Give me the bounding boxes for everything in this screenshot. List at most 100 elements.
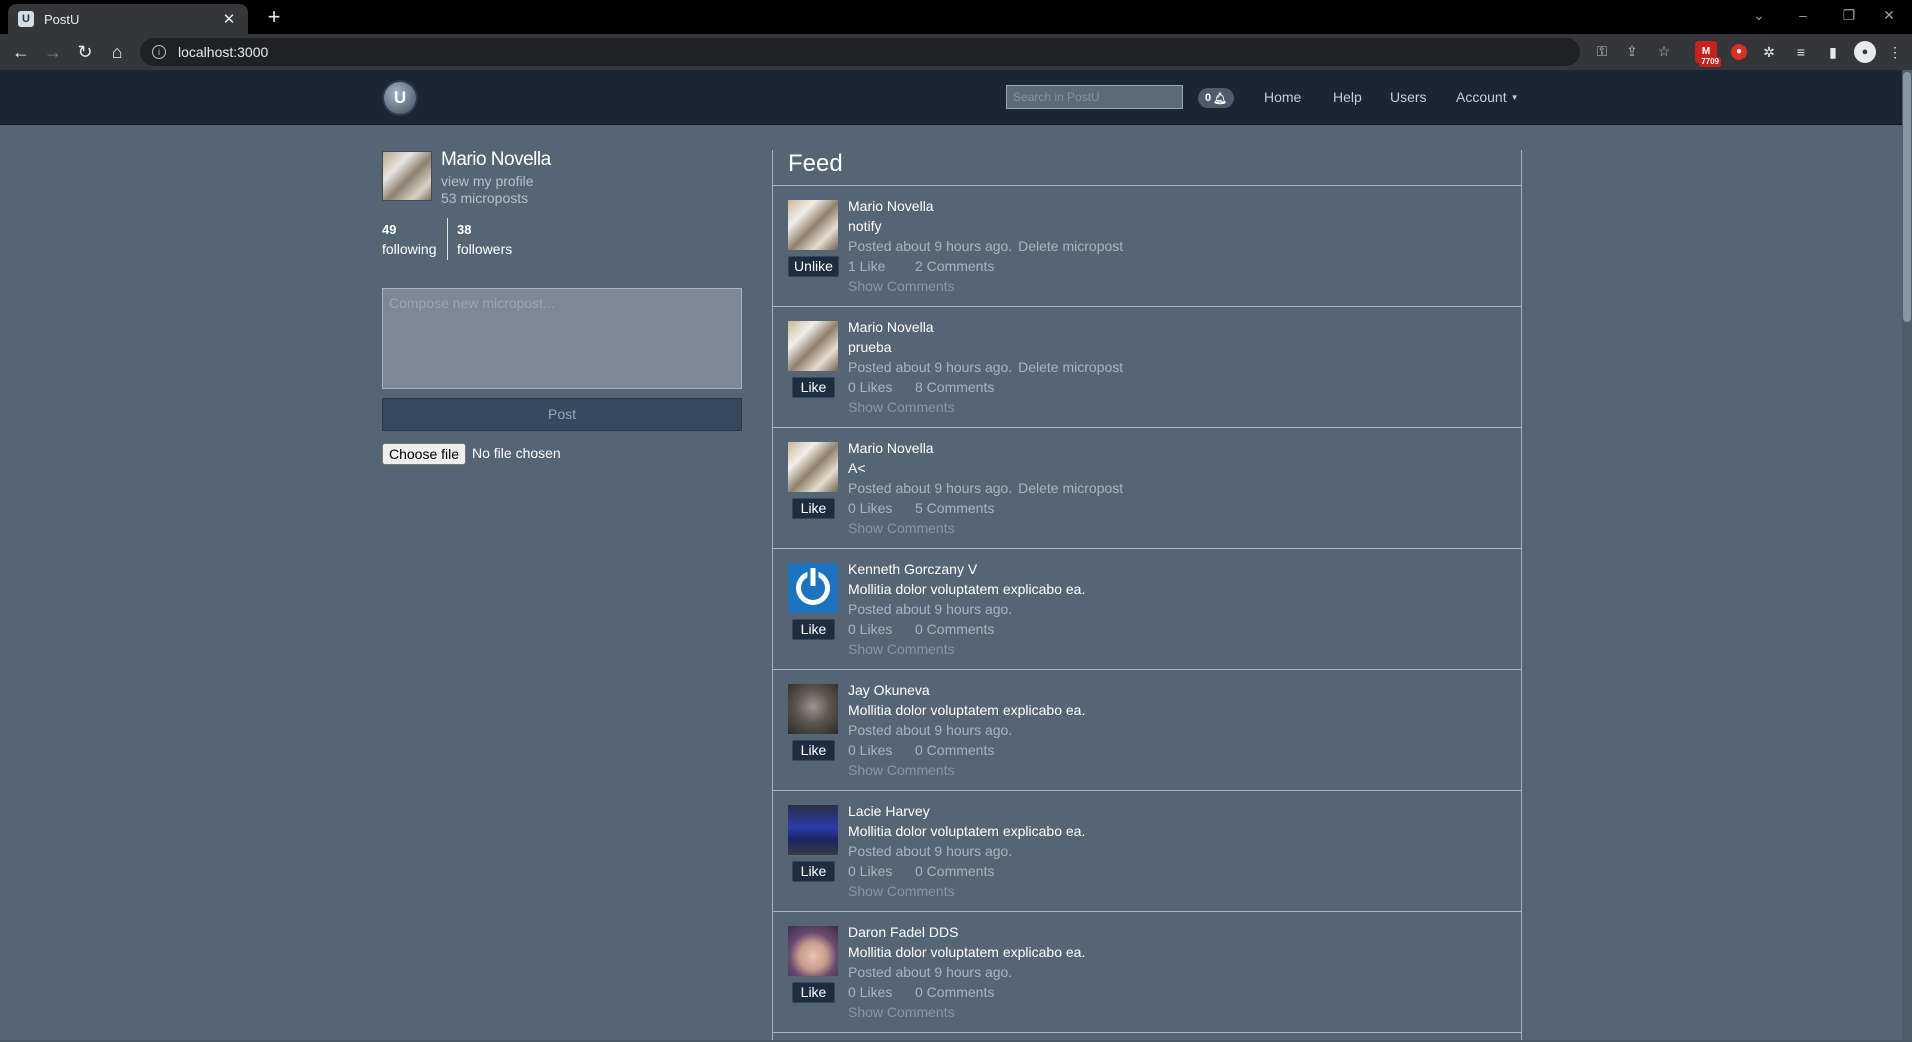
show-comments-link[interactable]: Show Comments bbox=[848, 520, 955, 536]
post-avatar[interactable] bbox=[788, 805, 838, 855]
post-avatar[interactable] bbox=[788, 926, 838, 976]
url-text[interactable]: localhost:3000 bbox=[178, 44, 268, 60]
back-icon[interactable]: ← bbox=[8, 40, 34, 64]
show-comments-link[interactable]: Show Comments bbox=[848, 883, 955, 899]
address-bar[interactable]: i localhost:3000 bbox=[140, 38, 1580, 66]
like-button[interactable]: Like bbox=[792, 377, 835, 398]
nav-account-dropdown[interactable]: Account ▼ bbox=[1456, 89, 1519, 105]
post-likes[interactable]: 0 Likes bbox=[848, 379, 892, 395]
show-comments-link[interactable]: Show Comments bbox=[848, 1004, 955, 1020]
reload-icon[interactable]: ↻ bbox=[72, 40, 98, 64]
post-button[interactable]: Post bbox=[382, 398, 742, 431]
browser-tab[interactable]: U PostU ✕ bbox=[8, 4, 248, 34]
show-comments-link[interactable]: Show Comments bbox=[848, 278, 955, 294]
tab-favicon-icon: U bbox=[18, 11, 34, 27]
post-author[interactable]: Mario Novella bbox=[848, 198, 934, 214]
followers-stat[interactable]: 38 followers bbox=[457, 220, 512, 259]
post-comments[interactable]: 8 Comments bbox=[915, 379, 994, 395]
unlike-button[interactable]: Unlike bbox=[788, 256, 839, 277]
forward-icon[interactable]: → bbox=[40, 40, 66, 64]
tab-search-icon[interactable]: ⌄ bbox=[1736, 0, 1782, 30]
followers-count: 38 bbox=[457, 222, 472, 237]
nav-help-link[interactable]: Help bbox=[1333, 89, 1362, 105]
post-comments[interactable]: 2 Comments bbox=[915, 258, 994, 274]
post-timestamp: Posted about 9 hours ago. bbox=[848, 722, 1013, 738]
media-control-icon[interactable]: ≡ bbox=[1790, 41, 1812, 63]
home-icon[interactable]: ⌂ bbox=[104, 40, 130, 64]
post-likes[interactable]: 0 Likes bbox=[848, 621, 892, 637]
like-button[interactable]: Like bbox=[792, 619, 835, 640]
post-avatar[interactable] bbox=[788, 684, 838, 734]
post-comments[interactable]: 5 Comments bbox=[915, 500, 994, 516]
like-button[interactable]: Like bbox=[792, 498, 835, 519]
feed-item: Like Jay Okuneva Mollitia dolor voluptat… bbox=[773, 670, 1521, 791]
minimize-icon[interactable]: – bbox=[1780, 0, 1826, 30]
mail-extension-icon[interactable]: M 7709 bbox=[1695, 41, 1721, 67]
notification-count: 0 bbox=[1204, 92, 1212, 104]
key-icon[interactable]: ⚿ bbox=[1592, 41, 1612, 61]
post-likes[interactable]: 1 Like bbox=[848, 258, 885, 274]
post-likes[interactable]: 0 Likes bbox=[848, 984, 892, 1000]
like-button[interactable]: Like bbox=[792, 861, 835, 882]
post-comments[interactable]: 0 Comments bbox=[915, 621, 994, 637]
close-window-icon[interactable]: ✕ bbox=[1866, 0, 1912, 30]
profile-avatar-icon[interactable]: ● bbox=[1854, 41, 1876, 63]
following-stat[interactable]: 49 following bbox=[382, 220, 436, 259]
post-meta: Posted about 9 hours ago. Delete micropo… bbox=[848, 238, 1123, 254]
like-button[interactable]: Like bbox=[792, 982, 835, 1003]
postu-logo[interactable]: U bbox=[384, 82, 416, 114]
post-author[interactable]: Mario Novella bbox=[848, 440, 934, 456]
delete-micropost-link[interactable]: Delete micropost bbox=[1018, 238, 1123, 254]
scrollbar-thumb[interactable] bbox=[1903, 72, 1911, 322]
post-likes[interactable]: 0 Likes bbox=[848, 500, 892, 516]
new-tab-button[interactable]: + bbox=[260, 4, 288, 30]
nav-home-link[interactable]: Home bbox=[1264, 89, 1301, 105]
post-meta: Posted about 9 hours ago. bbox=[848, 843, 1012, 859]
post-meta: Posted about 9 hours ago. Delete micropo… bbox=[848, 480, 1123, 496]
post-avatar[interactable] bbox=[788, 442, 838, 492]
post-comments[interactable]: 0 Comments bbox=[915, 984, 994, 1000]
nav-account-label: Account bbox=[1456, 89, 1507, 105]
like-button[interactable]: Like bbox=[792, 740, 835, 761]
feed-panel: Feed Unlike Mario Novella notify Posted … bbox=[772, 150, 1522, 1042]
bookmark-star-icon[interactable]: ☆ bbox=[1654, 41, 1674, 61]
post-author[interactable]: Mario Novella bbox=[848, 319, 934, 335]
post-avatar[interactable] bbox=[788, 563, 838, 613]
adblock-extension-icon[interactable]: ● bbox=[1731, 44, 1747, 60]
feed-item: Like Lacie Harvey Mollitia dolor volupta… bbox=[773, 791, 1521, 912]
site-info-icon[interactable]: i bbox=[152, 45, 166, 59]
user-avatar[interactable] bbox=[382, 151, 432, 201]
post-avatar[interactable] bbox=[788, 321, 838, 371]
post-timestamp: Posted about 9 hours ago. bbox=[848, 480, 1013, 496]
post-meta: Posted about 9 hours ago. bbox=[848, 722, 1012, 738]
share-icon[interactable]: ⇪ bbox=[1622, 41, 1642, 61]
view-profile-link[interactable]: view my profile bbox=[441, 173, 534, 189]
post-avatar[interactable] bbox=[788, 200, 838, 250]
post-content: Mollitia dolor voluptatem explicabo ea. bbox=[848, 823, 1086, 839]
post-author[interactable]: Lacie Harvey bbox=[848, 803, 930, 819]
post-author[interactable]: Jay Okuneva bbox=[848, 682, 930, 698]
post-author[interactable]: Kenneth Gorczany V bbox=[848, 561, 977, 577]
post-comments[interactable]: 0 Comments bbox=[915, 742, 994, 758]
post-likes[interactable]: 0 Likes bbox=[848, 863, 892, 879]
compose-micropost-textarea[interactable] bbox=[382, 288, 742, 389]
notifications-button[interactable]: 0 🔔︎ bbox=[1198, 88, 1234, 108]
show-comments-link[interactable]: Show Comments bbox=[848, 641, 955, 657]
choose-file-button[interactable]: Choose file bbox=[382, 443, 467, 465]
post-author[interactable]: Daron Fadel DDS bbox=[848, 924, 959, 940]
show-comments-link[interactable]: Show Comments bbox=[848, 762, 955, 778]
show-comments-link[interactable]: Show Comments bbox=[848, 399, 955, 415]
browser-menu-icon[interactable]: ⋮ bbox=[1884, 41, 1906, 63]
delete-micropost-link[interactable]: Delete micropost bbox=[1018, 359, 1123, 375]
delete-micropost-link[interactable]: Delete micropost bbox=[1018, 480, 1123, 496]
post-likes[interactable]: 0 Likes bbox=[848, 742, 892, 758]
browser-tabstrip: U PostU ✕ + ⌄ – ❐ ✕ bbox=[0, 0, 1912, 34]
nav-users-link[interactable]: Users bbox=[1390, 89, 1427, 105]
search-input[interactable] bbox=[1006, 85, 1183, 109]
extensions-puzzle-icon[interactable]: ✲ bbox=[1758, 41, 1780, 63]
post-comments[interactable]: 0 Comments bbox=[915, 863, 994, 879]
side-panel-icon[interactable]: ▮ bbox=[1822, 41, 1844, 63]
stat-divider bbox=[447, 218, 448, 260]
post-meta: Posted about 9 hours ago. bbox=[848, 964, 1012, 980]
tab-close-icon[interactable]: ✕ bbox=[220, 10, 238, 28]
